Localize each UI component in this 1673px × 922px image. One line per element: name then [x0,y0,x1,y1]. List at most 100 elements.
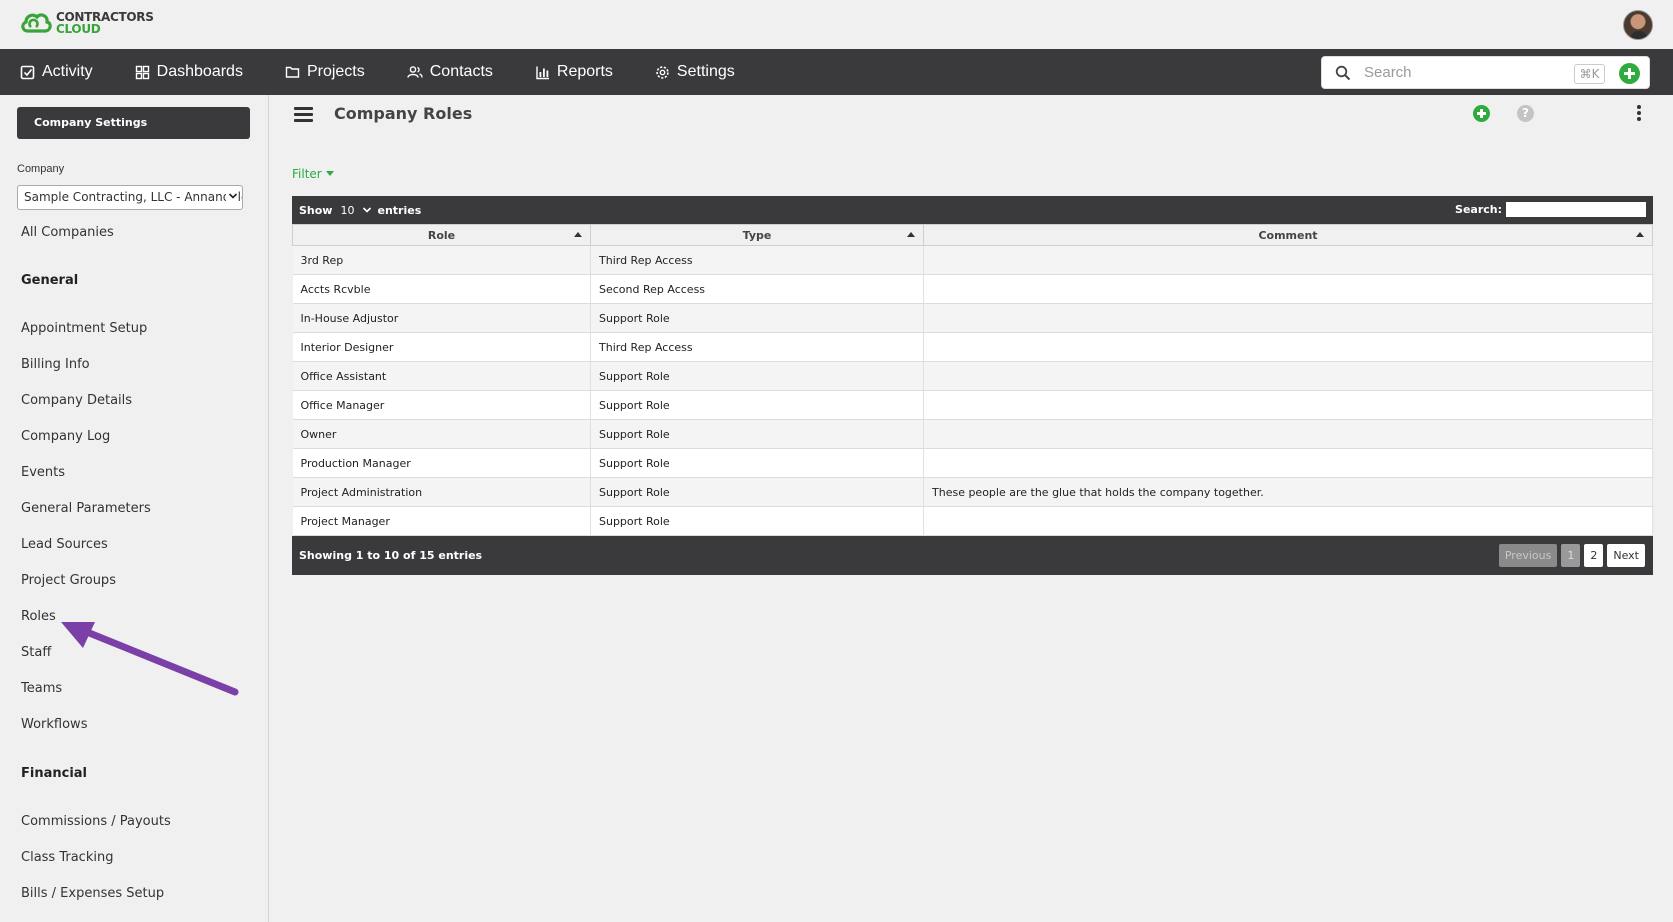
sort-asc-icon [574,232,582,237]
page-2-button[interactable]: 2 [1584,544,1604,567]
sidebar-item-company-details[interactable]: Company Details [21,393,132,408]
folder-icon [285,66,300,78]
page-1-button[interactable]: 1 [1561,544,1581,567]
sidebar-item-events[interactable]: Events [21,465,65,480]
cell-role: Interior Designer [292,332,591,362]
column-header-role[interactable]: Role [292,224,591,246]
chevron-down-icon [362,204,372,217]
checkbox-icon [20,65,35,79]
cell-type: Support Role [590,361,924,391]
cell-type: Support Role [590,448,924,478]
table-row[interactable]: Interior Designer Third Rep Access [292,332,1653,362]
column-header-comment[interactable]: Comment [923,224,1653,246]
company-label: Company [17,163,65,175]
cell-comment [923,361,1653,391]
nav-projects[interactable]: Projects [285,63,365,81]
main-nav: Activity Dashboards Projects Contacts Re… [0,49,1673,95]
top-header: CONTRACTORS CLOUD [0,0,1673,49]
cell-comment [923,303,1653,333]
column-header-type[interactable]: Type [590,224,924,246]
nav-contacts-label: Contacts [429,63,493,80]
table-row[interactable]: Office Assistant Support Role [292,361,1653,391]
logo-line-2: CLOUD [56,22,101,36]
pagination: Previous 1 2 Next [1495,544,1645,567]
company-settings-button[interactable]: Company Settings [17,107,250,139]
nav-activity-label: Activity [42,63,93,80]
cell-type: Support Role [590,506,924,536]
cell-role: Project Manager [292,506,591,536]
next-page-button[interactable]: Next [1607,544,1645,567]
table-row[interactable]: Accts Rcvble Second Rep Access [292,274,1653,304]
entries-length-select[interactable]: 10 [340,204,372,217]
table-search-input[interactable] [1506,202,1646,217]
quick-add-button[interactable] [1619,63,1640,84]
global-search: ⌘K [1321,56,1650,89]
cell-type: Support Role [590,390,924,420]
nav-dashboards-label: Dashboards [156,63,243,80]
nav-contacts[interactable]: Contacts [407,63,493,81]
sidebar-item-bills-expenses-setup[interactable]: Bills / Expenses Setup [21,886,164,901]
sidebar-item-roles[interactable]: Roles [21,609,56,624]
cell-type: Third Rep Access [590,332,924,362]
column-header-type-label: Type [742,228,772,242]
sidebar-heading-financial: Financial [21,766,88,781]
table-header-row: Role Type Comment [292,224,1653,246]
cell-comment [923,390,1653,420]
cell-comment [923,448,1653,478]
contractors-cloud-logo[interactable]: CONTRACTORS CLOUD [19,11,154,35]
sidebar-item-all-companies[interactable]: All Companies [21,225,114,240]
more-options-icon[interactable] [1637,105,1643,122]
users-icon [407,66,423,78]
cell-role: In-House Adjustor [292,303,591,333]
sidebar-item-appointment-setup[interactable]: Appointment Setup [21,321,147,336]
nav-projects-label: Projects [306,63,365,80]
sidebar-item-general-parameters[interactable]: General Parameters [21,501,151,516]
cell-comment [923,332,1653,362]
table-row[interactable]: Production Manager Support Role [292,448,1653,478]
roles-table: Role Type Comment 3rd Rep Third Rep Acces… [292,224,1653,536]
cell-type: Third Rep Access [590,245,924,275]
cell-role: Project Administration [292,477,591,507]
sidebar-item-project-groups[interactable]: Project Groups [21,573,116,588]
nav-activity[interactable]: Activity [20,63,93,81]
table-info: Showing 1 to 10 of 15 entries [299,549,483,562]
sidebar-item-company-log[interactable]: Company Log [21,429,110,444]
entries-label: entries [377,203,422,217]
bar-chart-icon [536,66,549,79]
previous-page-button[interactable]: Previous [1498,544,1558,567]
sidebar-item-workflows[interactable]: Workflows [21,717,87,732]
sidebar-item-class-tracking[interactable]: Class Tracking [21,850,113,865]
sidebar-item-commissions-payouts[interactable]: Commissions / Payouts [21,814,171,829]
nav-settings[interactable]: Settings [655,63,735,81]
table-row[interactable]: Office Manager Support Role [292,390,1653,420]
table-row[interactable]: Owner Support Role [292,419,1653,449]
entries-length-value: 10 [340,203,355,217]
cell-comment: These people are the glue that holds the… [923,477,1653,507]
menu-toggle-icon[interactable] [294,107,313,123]
sidebar-item-staff[interactable]: Staff [21,645,51,660]
add-role-button[interactable] [1473,105,1490,122]
nav-dashboards[interactable]: Dashboards [135,63,243,81]
table-footer: Showing 1 to 10 of 15 entries Previous 1… [292,536,1653,575]
table-row[interactable]: Project Administration Support Role These … [292,477,1653,507]
user-avatar[interactable] [1623,10,1653,40]
company-select[interactable]: Sample Contracting, LLC - Annandale [17,185,243,210]
table-row[interactable]: In-House Adjustor Support Role [292,303,1653,333]
cell-type: Support Role [590,303,924,333]
main-content: Company Roles ? Filter Show 10 entries S… [270,95,1673,922]
sidebar-item-billing-info[interactable]: Billing Info [21,357,90,372]
cell-type: Second Rep Access [590,274,924,304]
table-row[interactable]: Project Manager Support Role [292,506,1653,536]
filter-toggle[interactable]: Filter [292,167,334,181]
cell-role: Office Assistant [292,361,591,391]
nav-reports[interactable]: Reports [535,63,613,81]
sidebar-item-lead-sources[interactable]: Lead Sources [21,537,108,552]
table-toolbar: Show 10 entries Search: [292,196,1653,224]
nav-reports-label: Reports [556,63,613,80]
cell-type: Support Role [590,419,924,449]
table-search-label: Search: [1455,203,1502,216]
global-search-input[interactable] [1364,64,1564,81]
help-icon[interactable]: ? [1517,105,1534,122]
table-row[interactable]: 3rd Rep Third Rep Access [292,245,1653,275]
cell-comment [923,274,1653,304]
